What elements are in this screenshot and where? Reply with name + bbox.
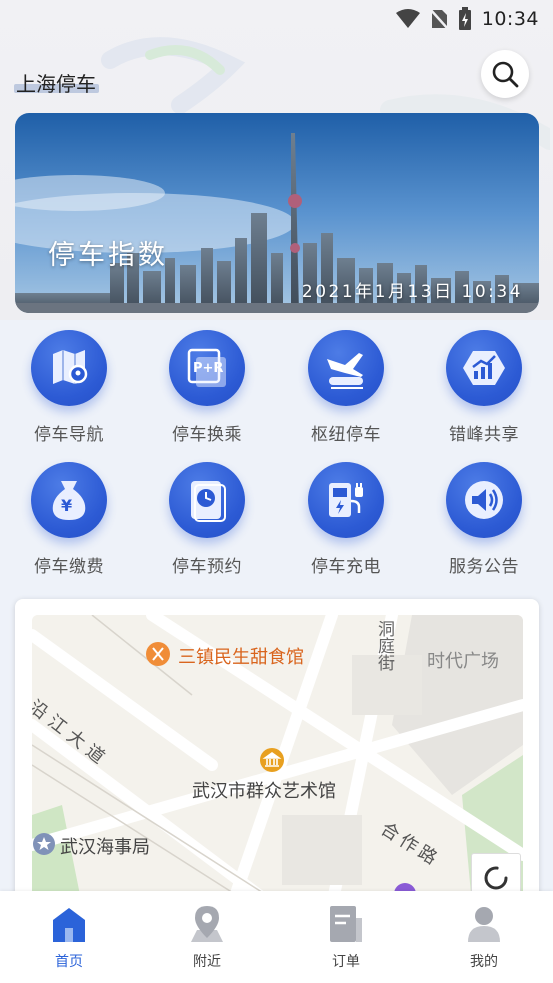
page-title: 上海停车 <box>16 72 96 96</box>
order-icon <box>330 906 362 942</box>
grid-label: 错峰共享 <box>449 425 519 445</box>
train-plane-icon <box>308 330 384 406</box>
search-icon <box>492 61 519 88</box>
status-time: 10:34 <box>481 8 539 30</box>
clock-document-icon <box>169 462 245 538</box>
grid-label: 枢纽停车 <box>311 425 381 445</box>
speaker-icon <box>446 462 522 538</box>
search-button[interactable] <box>481 50 529 98</box>
no-sim-icon <box>429 8 448 30</box>
grid-label: 停车换乘 <box>172 425 242 445</box>
map-label-plaza: 时代广场 <box>427 651 499 672</box>
battery-charging-icon <box>458 7 471 30</box>
map-label-restaurant: 三镇民生甜食馆 <box>178 647 304 668</box>
bottom-tab-bar: 首页 附近 订单 我的 <box>0 891 553 983</box>
tab-orders[interactable]: 订单 <box>277 903 415 971</box>
money-bag-icon: ¥ <box>31 462 107 538</box>
grid-item-park-and-ride[interactable]: P+R 停车换乘 <box>138 330 276 445</box>
wifi-icon <box>395 9 420 28</box>
home-icon <box>53 908 85 942</box>
tab-label: 我的 <box>470 954 498 970</box>
tab-label: 首页 <box>55 954 83 970</box>
park-ride-icon: P+R <box>169 330 245 406</box>
grid-label: 停车预约 <box>172 557 242 577</box>
svg-text:¥: ¥ <box>61 496 72 515</box>
parking-index-banner[interactable]: 停车指数 2021年1月13日 10:34 <box>15 113 539 313</box>
grid-item-parking-payment[interactable]: ¥ 停车缴费 <box>0 462 138 577</box>
grid-label: 服务公告 <box>449 557 519 577</box>
map-label-maritime: 武汉海事局 <box>60 837 150 858</box>
museum-pin-icon <box>260 748 284 772</box>
grid-item-service-announcement[interactable]: 服务公告 <box>415 462 553 577</box>
tab-mine[interactable]: 我的 <box>415 903 553 971</box>
status-bar: 10:34 <box>0 0 553 38</box>
location-icon <box>191 906 223 942</box>
map-card: 三镇民生甜食馆 洞庭街 时代广场 沿江大道 武汉市群众艺术馆 武汉海事局 合作路 <box>15 599 539 919</box>
grid-label: 停车缴费 <box>34 557 104 577</box>
tab-label: 附近 <box>193 954 221 970</box>
grid-item-hub-parking[interactable]: 枢纽停车 <box>277 330 415 445</box>
map-view[interactable]: 三镇民生甜食馆 洞庭街 时代广场 沿江大道 武汉市群众艺术馆 武汉海事局 合作路 <box>32 615 523 905</box>
svg-text:P+R: P+R <box>193 361 223 376</box>
chart-share-icon <box>446 330 522 406</box>
map-label-museum: 武汉市群众艺术馆 <box>192 781 336 802</box>
banner-datetime: 2021年1月13日 10:34 <box>301 282 523 302</box>
map-pin-icon <box>31 330 107 406</box>
restaurant-pin-icon <box>146 642 170 666</box>
grid-item-parking-reservation[interactable]: 停车预约 <box>138 462 276 577</box>
grid-item-parking-charging[interactable]: 停车充电 <box>277 462 415 577</box>
grid-label: 停车充电 <box>311 557 381 577</box>
loading-spinner-icon <box>484 866 508 890</box>
government-pin-icon <box>33 833 55 855</box>
grid-item-parking-navigation[interactable]: 停车导航 <box>0 330 138 445</box>
tab-label: 订单 <box>332 954 360 970</box>
feature-grid: 停车导航 P+R 停车换乘 枢纽停车 错峰共享 ¥ 停车缴费 停车预约 停车充电… <box>0 322 553 590</box>
banner-title: 停车指数 <box>48 240 168 271</box>
tab-home[interactable]: 首页 <box>0 903 138 971</box>
tab-nearby[interactable]: 附近 <box>138 903 276 971</box>
grid-item-staggered-sharing[interactable]: 错峰共享 <box>415 330 553 445</box>
user-icon <box>468 907 500 942</box>
grid-label: 停车导航 <box>34 425 104 445</box>
map-label-street: 洞庭街 <box>374 620 394 671</box>
charging-station-icon <box>308 462 384 538</box>
